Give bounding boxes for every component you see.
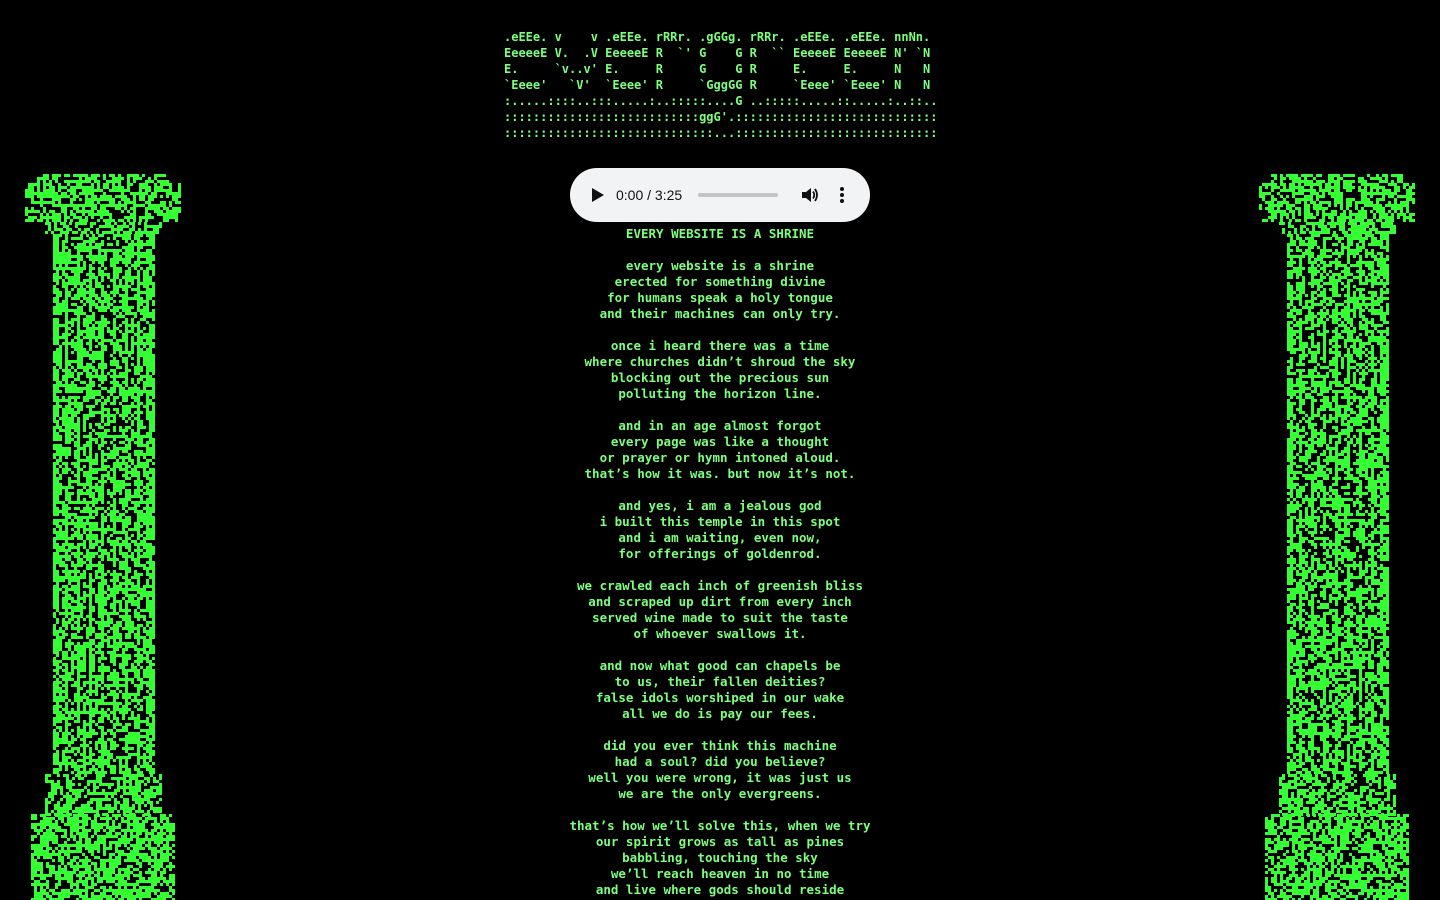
poem-line: for humans speak a holy tongue [607,290,833,305]
poem-line: that’s how it was. but now it’s not. [584,466,856,481]
stanza: we crawled each inch of greenish bliss an… [420,578,1020,642]
poem-line: to us, their fallen deities? [614,674,826,689]
ascii-banner: .eEEe. v v .eEEe. rRRr. .gGGg. rRRr. .eE… [504,30,938,140]
poem-line: we crawled each inch of greenish bliss [577,578,863,593]
poem-line: that’s how we’ll solve this, when we try [569,818,871,833]
stanza: and now what good can chapels be to us, t… [420,658,1020,722]
poem-line: had a soul? did you believe? [614,754,826,769]
play-icon[interactable] [588,185,608,205]
poem-line: once i heard there was a time [610,338,830,353]
stanza: did you ever think this machine had a sou… [420,738,1020,802]
left-pillar [25,174,181,900]
poem-line: babbling, touching the sky [622,850,818,865]
poem: EVERY WEBSITE IS A SHRINE every website … [420,226,1020,900]
poem-line: and yes, i am a jealous god [618,498,822,513]
poem-line: and in an age almost forgot [618,418,822,433]
poem-stanzas: every website is a shrine erected for som… [420,258,1020,898]
time-display: 0:00 / 3:25 [616,187,683,203]
poem-line: erected for something divine [614,274,826,289]
poem-line: our spirit grows as tall as pines [595,834,845,849]
poem-line: did you ever think this machine [603,738,837,753]
poem-line: or prayer or hymn intoned aloud. [599,450,841,465]
stanza: that’s how we’ll solve this, when we try… [420,818,1020,898]
poem-line: i built this temple in this spot [599,514,841,529]
poem-line: and scraped up dirt from every inch [588,594,852,609]
poem-line: of whoever swallows it. [633,626,807,641]
poem-line: all we do is pay our fees. [622,706,818,721]
poem-line: and now what good can chapels be [599,658,841,673]
poem-line: and i am waiting, even now, [618,530,822,545]
stanza: and yes, i am a jealous god i built this … [420,498,1020,562]
poem-title: EVERY WEBSITE IS A SHRINE [625,226,815,241]
poem-line: well you were wrong, it was just us [588,770,852,785]
poem-line: polluting the horizon line. [618,386,822,401]
stanza: and in an age almost forgot every page wa… [420,418,1020,482]
poem-line: we are the only evergreens. [618,786,822,801]
right-pillar [1259,174,1415,900]
progress-slider[interactable] [698,193,779,197]
poem-line: for offerings of goldenrod. [618,546,822,561]
poem-line: and their machines can only try. [599,306,841,321]
stanza: once i heard there was a time where churc… [420,338,1020,402]
poem-line: every page was like a thought [610,434,830,449]
poem-line: where churches didn’t shroud the sky [584,354,856,369]
stanza: every website is a shrine erected for som… [420,258,1020,322]
poem-line: every website is a shrine [625,258,815,273]
poem-line: we’ll reach heaven in no time [610,866,830,881]
volume-icon[interactable] [800,185,820,205]
poem-line: false idols worshiped in our wake [595,690,845,705]
more-options-icon[interactable] [832,185,852,205]
audio-player[interactable]: 0:00 / 3:25 [570,168,870,222]
poem-line: blocking out the precious sun [610,370,830,385]
poem-line: served wine made to suit the taste [592,610,848,625]
poem-line: and live where gods should reside [595,882,845,897]
